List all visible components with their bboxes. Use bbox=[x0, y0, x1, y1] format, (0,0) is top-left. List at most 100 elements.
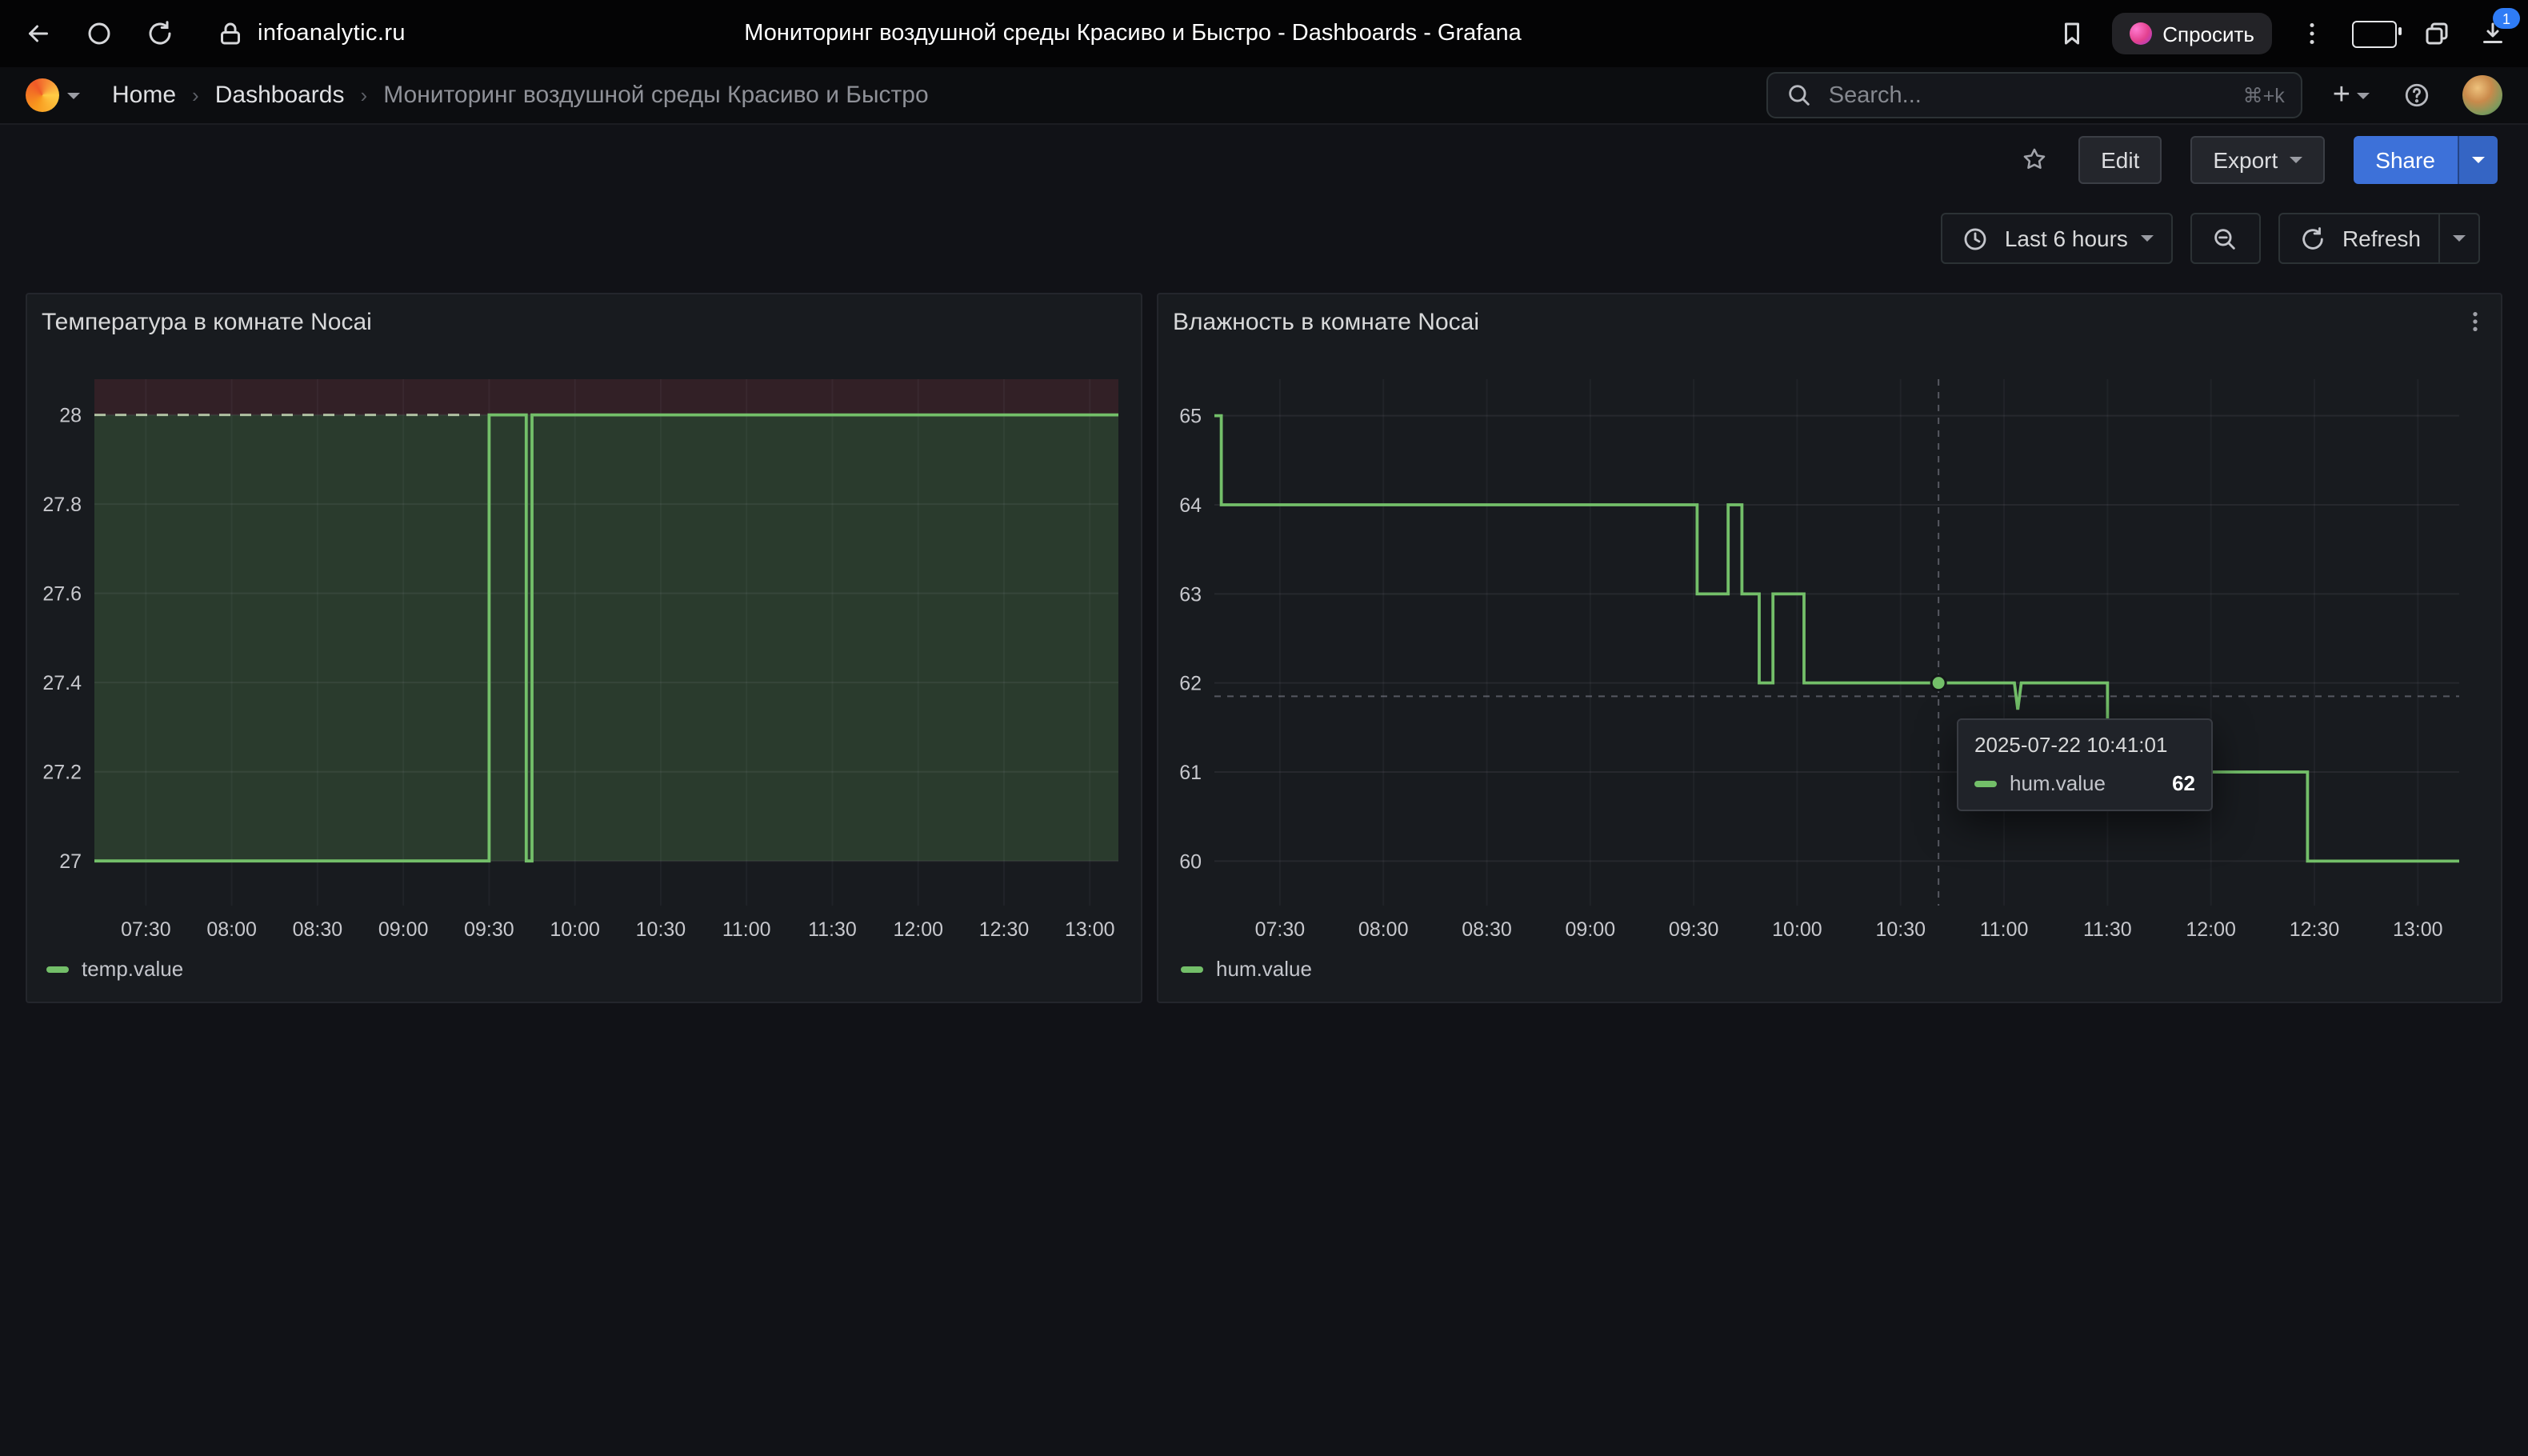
y-tick-label: 65 bbox=[1179, 406, 1202, 428]
series-line-hum.value bbox=[1214, 416, 2459, 862]
page-title: Мониторинг воздушной среды Красиво и Быс… bbox=[744, 0, 1521, 67]
edit-label: Edit bbox=[2101, 146, 2139, 172]
downloads-badge: 1 bbox=[2493, 8, 2520, 29]
address-bar[interactable]: infoanalytic.ru bbox=[214, 18, 406, 50]
y-tick-label: 27 bbox=[59, 850, 82, 873]
y-tick-label: 27.6 bbox=[42, 583, 82, 606]
temperature-chart[interactable]: 2827.827.627.427.22707:3008:0008:3009:00… bbox=[27, 294, 1144, 1005]
breadcrumb-home[interactable]: Home bbox=[112, 82, 176, 109]
ai-icon bbox=[2129, 22, 2151, 45]
legend-hum[interactable]: hum.value bbox=[1181, 957, 1312, 981]
share-button[interactable]: Share bbox=[2353, 135, 2458, 183]
x-tick-label: 08:30 bbox=[293, 918, 343, 941]
chevron-down-icon bbox=[67, 92, 80, 98]
x-tick-label: 07:30 bbox=[1255, 918, 1306, 941]
series-fill bbox=[94, 415, 1118, 862]
legend-hum-label: hum.value bbox=[1216, 957, 1312, 981]
chevron-down-icon bbox=[2453, 235, 2466, 242]
x-tick-label: 10:00 bbox=[550, 918, 600, 941]
x-tick-label: 08:30 bbox=[1462, 918, 1512, 941]
zoom-out-button[interactable] bbox=[2190, 213, 2261, 264]
bookmark-icon[interactable] bbox=[2055, 18, 2087, 50]
x-tick-label: 09:00 bbox=[1566, 918, 1616, 941]
x-tick-label: 10:30 bbox=[1875, 918, 1926, 941]
panel-temperature: Температура в комнате Nocai 2827.827.627… bbox=[26, 293, 1142, 1003]
x-tick-label: 13:00 bbox=[2393, 918, 2443, 941]
search-shortcut: ⌘+k bbox=[2243, 83, 2285, 107]
x-tick-label: 13:00 bbox=[1065, 918, 1115, 941]
battery-icon bbox=[2352, 20, 2397, 47]
tooltip-series-label: hum.value bbox=[2010, 771, 2106, 795]
refresh-split-button: Refresh bbox=[2278, 213, 2480, 264]
refresh-button[interactable]: Refresh bbox=[2278, 213, 2440, 264]
share-menu-button[interactable] bbox=[2458, 135, 2498, 183]
y-tick-label: 61 bbox=[1179, 762, 1202, 784]
x-tick-label: 11:30 bbox=[808, 918, 857, 941]
breadcrumb: Home › Dashboards › Мониторинг воздушной… bbox=[112, 82, 929, 109]
breadcrumb-separator-icon: › bbox=[361, 83, 368, 107]
tabs-panel-icon[interactable] bbox=[2421, 18, 2453, 50]
chevron-down-icon bbox=[2289, 156, 2302, 162]
search-input[interactable]: Search... ⌘+k bbox=[1766, 72, 2302, 118]
downloads-icon[interactable]: 1 bbox=[2477, 18, 2509, 50]
grafana-logo-icon bbox=[26, 78, 59, 112]
browser-home-icon[interactable] bbox=[83, 18, 115, 50]
x-tick-label: 09:30 bbox=[464, 918, 514, 941]
export-button[interactable]: Export bbox=[2190, 135, 2324, 183]
tooltip-series-value: 62 bbox=[2172, 771, 2195, 795]
clock-icon bbox=[1960, 222, 1992, 254]
dashboard-toolbar: Edit Export Share bbox=[0, 125, 2528, 194]
x-tick-label: 11:00 bbox=[722, 918, 771, 941]
legend-temp-label: temp.value bbox=[82, 957, 183, 981]
legend-swatch-icon bbox=[1181, 966, 1203, 972]
y-tick-label: 60 bbox=[1179, 850, 1202, 873]
search-placeholder: Search... bbox=[1829, 82, 1922, 108]
ask-ai-label: Спросить bbox=[2162, 22, 2254, 46]
reload-icon[interactable] bbox=[144, 18, 176, 50]
time-range-picker[interactable]: Last 6 hours bbox=[1941, 213, 2173, 264]
tooltip-timestamp: 2025-07-22 10:41:01 bbox=[1958, 720, 2211, 765]
grafana-menu-button[interactable] bbox=[26, 78, 80, 112]
breadcrumb-dashboards[interactable]: Dashboards bbox=[215, 82, 345, 109]
y-tick-label: 28 bbox=[59, 405, 82, 427]
x-tick-label: 09:30 bbox=[1669, 918, 1719, 941]
y-tick-label: 27.2 bbox=[42, 762, 82, 784]
refresh-interval-button[interactable] bbox=[2438, 213, 2480, 264]
x-tick-label: 11:00 bbox=[1980, 918, 2029, 941]
url-text[interactable]: infoanalytic.ru bbox=[258, 21, 406, 46]
tooltip-series-row: hum.value 62 bbox=[1958, 765, 2211, 810]
browser-menu-kebab-icon[interactable] bbox=[2296, 18, 2328, 50]
edit-button[interactable]: Edit bbox=[2078, 135, 2162, 183]
refresh-label: Refresh bbox=[2342, 226, 2421, 251]
user-avatar[interactable] bbox=[2462, 75, 2502, 115]
tooltip-swatch-icon bbox=[1974, 780, 1997, 786]
y-tick-label: 27.8 bbox=[42, 494, 82, 516]
legend-swatch-icon bbox=[46, 966, 69, 972]
chevron-down-icon bbox=[2357, 92, 2370, 98]
back-icon[interactable] bbox=[22, 18, 54, 50]
help-icon[interactable] bbox=[2400, 79, 2432, 111]
legend-temp[interactable]: temp.value bbox=[46, 957, 183, 981]
x-tick-label: 11:30 bbox=[2083, 918, 2132, 941]
x-tick-label: 12:00 bbox=[893, 918, 943, 941]
y-tick-label: 27.4 bbox=[42, 672, 82, 694]
zoom-out-icon bbox=[2210, 222, 2242, 254]
site-security-icon[interactable] bbox=[214, 18, 246, 50]
x-tick-label: 12:00 bbox=[2186, 918, 2236, 941]
new-button[interactable]: + bbox=[2333, 80, 2370, 110]
x-tick-label: 08:00 bbox=[206, 918, 257, 941]
refresh-icon bbox=[2298, 222, 2330, 254]
x-tick-label: 07:30 bbox=[121, 918, 171, 941]
ask-ai-button[interactable]: Спросить bbox=[2111, 13, 2272, 54]
humidity-chart[interactable]: 65646362616007:3008:0008:3009:0009:3010:… bbox=[1158, 294, 2504, 1005]
browser-chrome: infoanalytic.ru Мониторинг воздушной сре… bbox=[0, 0, 2528, 67]
share-label: Share bbox=[2375, 146, 2435, 172]
share-split-button: Share bbox=[2353, 135, 2498, 183]
favorite-star-icon[interactable] bbox=[2018, 143, 2050, 175]
y-tick-label: 64 bbox=[1179, 494, 1202, 517]
time-controls: Last 6 hours Refresh bbox=[1941, 213, 2480, 264]
y-tick-label: 62 bbox=[1179, 673, 1202, 695]
x-tick-label: 08:00 bbox=[1358, 918, 1409, 941]
chevron-down-icon bbox=[2141, 235, 2154, 242]
search-icon bbox=[1784, 79, 1816, 111]
